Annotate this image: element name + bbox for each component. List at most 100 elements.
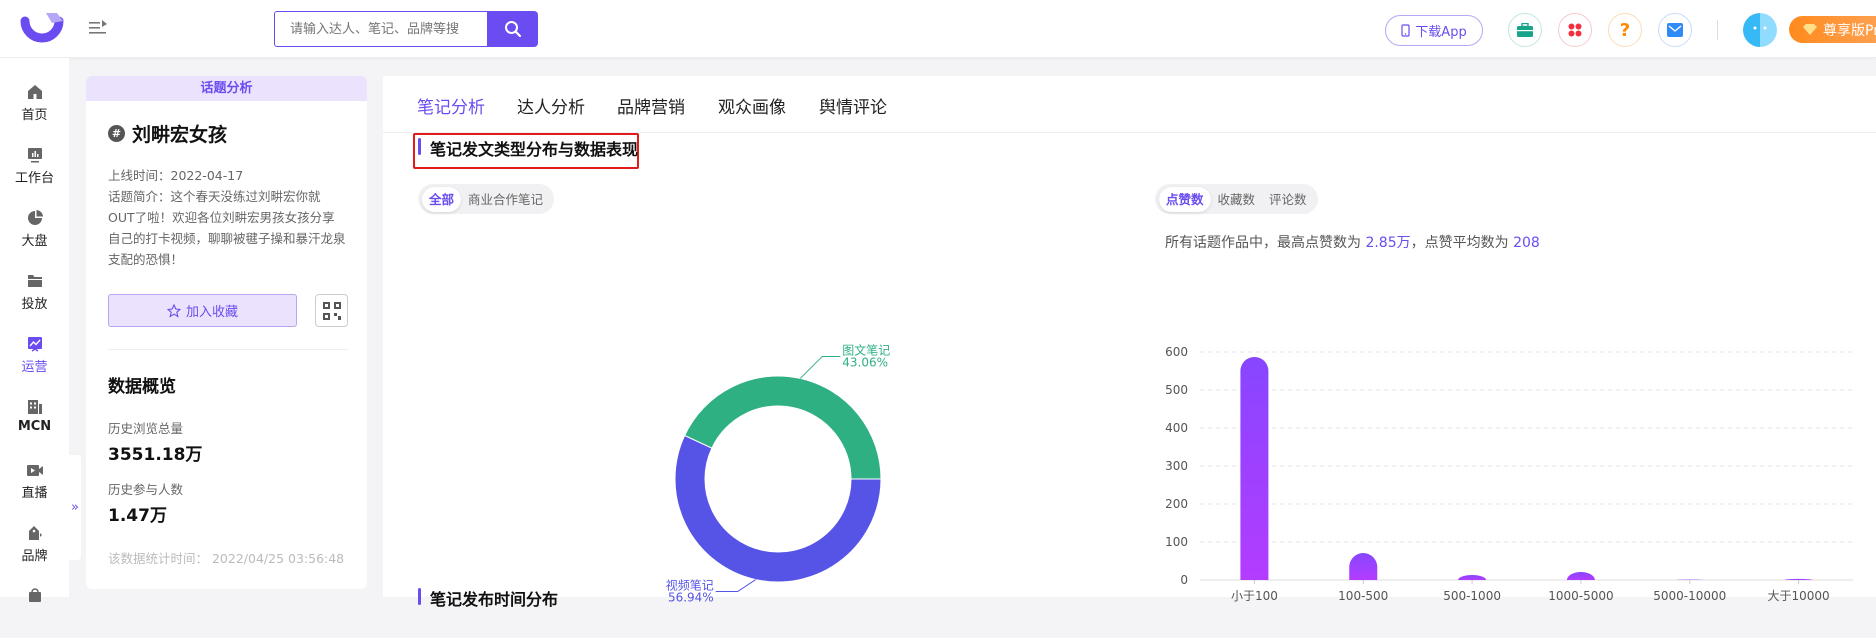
topic-title: # 刘畊宏女孩 (108, 120, 227, 147)
qr-code-icon (322, 301, 342, 321)
filter-likes[interactable]: 点赞数 (1159, 187, 1211, 212)
diamond-icon (1803, 24, 1817, 35)
search-icon (504, 20, 522, 38)
nav-item-ads[interactable]: 投放 (0, 268, 69, 324)
topic-intro: 话题简介：这个春天没练过刘畊宏你就 OUT了啦！欢迎各位刘畊宏男孩女孩分享 自己… (108, 186, 353, 270)
filter-comments[interactable]: 评论数 (1262, 187, 1314, 212)
apps-button[interactable] (1558, 13, 1592, 47)
nav-label: 首页 (21, 104, 47, 123)
y-tick-label: 400 (1165, 421, 1188, 435)
add-favorite-button[interactable]: 加入收藏 (108, 294, 297, 327)
main-panel: 笔记分析 达人分析 品牌营销 观众画像 舆情评论 笔记发文类型分布与数据表现 全… (383, 76, 1876, 597)
y-tick-label: 0 (1180, 573, 1188, 587)
building-icon (26, 398, 44, 416)
help-icon: ? (1620, 20, 1630, 41)
hashtag-icon: # (108, 125, 125, 142)
header-divider (1717, 20, 1718, 40)
user-avatar[interactable] (1743, 13, 1777, 47)
likes-distribution-bar-chart: 0100200300400500600小于100100-500500-10001… (1153, 256, 1876, 616)
nav-label: 品牌 (21, 545, 47, 564)
topic-info-card: 话题分析 # 刘畊宏女孩 上线时间：2022-04-17 话题简介：这个春天没练… (86, 76, 367, 589)
home-icon (26, 83, 44, 101)
logo-icon[interactable] (19, 11, 65, 47)
metric-filter: 点赞数 收藏数 评论数 (1155, 184, 1318, 214)
analysis-tabs: 笔记分析 达人分析 品牌营销 观众画像 舆情评论 (383, 76, 1876, 133)
tab-audience-profile[interactable]: 观众画像 (718, 93, 786, 118)
toolbox-button[interactable] (1508, 13, 1542, 47)
top-header: 下载App ? 尊享版Pro (0, 0, 1876, 58)
bar (1567, 572, 1595, 580)
intro-line: 自己的打卡视频，聊聊被毽子操和暴汗龙泉 (108, 228, 353, 249)
star-icon (167, 304, 181, 318)
workbench-icon (26, 146, 44, 164)
search-button[interactable] (488, 11, 538, 47)
trend-icon (26, 335, 44, 353)
max-likes: 2.85万 (1365, 235, 1410, 251)
nav-label: 工作台 (15, 167, 54, 186)
nav-item-operations[interactable]: 运营 (0, 331, 69, 387)
nav-item-mcn[interactable]: MCN (0, 394, 69, 450)
nav-item-home[interactable]: 首页 (0, 79, 69, 135)
tab-influencer-analysis[interactable]: 达人分析 (517, 93, 585, 118)
expand-sidebar-button[interactable]: » (69, 455, 81, 560)
tab-note-analysis[interactable]: 笔记分析 (417, 93, 485, 118)
nav-item-brand[interactable]: 品牌 (0, 520, 69, 576)
pro-version-button[interactable]: 尊享版Pro (1789, 16, 1876, 43)
card-header: 话题分析 (86, 76, 367, 101)
search-input[interactable] (274, 11, 488, 47)
note-type-donut-chart: 图文笔记43.06%视频笔记56.94% (623, 256, 933, 616)
download-app-button[interactable]: 下载App (1385, 15, 1483, 46)
y-tick-label: 500 (1165, 383, 1188, 397)
section-title-type-distribution: 笔记发文类型分布与数据表现 (418, 136, 638, 160)
label-line (716, 580, 756, 592)
side-navigation: 首页 工作台 大盘 投放 运营 MCN 直播 品牌 (0, 58, 69, 597)
tab-public-opinion[interactable]: 舆情评论 (819, 93, 887, 118)
y-tick-label: 600 (1165, 345, 1188, 359)
views-value: 3551.18万 (108, 440, 202, 465)
note-type-filter: 全部 商业合作笔记 (418, 184, 554, 214)
phone-icon (1401, 24, 1410, 37)
bar (1458, 575, 1486, 580)
topic-name: 刘畊宏女孩 (132, 120, 227, 147)
menu-toggle-icon[interactable] (88, 19, 108, 37)
help-button[interactable]: ? (1608, 13, 1642, 47)
participants-label: 历史参与人数 (108, 479, 183, 498)
x-tick-label: 500-1000 (1443, 589, 1501, 603)
y-tick-label: 300 (1165, 459, 1188, 473)
nav-item-more[interactable] (0, 582, 69, 638)
filter-all[interactable]: 全部 (422, 187, 461, 212)
filter-collects[interactable]: 收藏数 (1211, 187, 1263, 212)
summary-text: ，点赞平均数为 (1411, 235, 1513, 251)
summary-text: 所有话题作品中，最高点赞数为 (1165, 235, 1365, 251)
y-tick-label: 100 (1165, 535, 1188, 549)
nav-item-dashboard[interactable]: 大盘 (0, 205, 69, 261)
label-line (800, 356, 840, 378)
nav-label: 投放 (21, 293, 47, 312)
toolbox-icon (1517, 23, 1533, 37)
intro-line: OUT了啦！欢迎各位刘畊宏男孩女孩分享 (108, 207, 353, 228)
pro-version-label: 尊享版Pro (1823, 20, 1876, 40)
bar (1349, 553, 1377, 580)
tab-brand-marketing[interactable]: 品牌营销 (617, 93, 685, 118)
x-tick-label: 小于100 (1231, 589, 1278, 603)
qr-code-button[interactable] (315, 294, 348, 327)
download-app-label: 下载App (1415, 21, 1466, 40)
double-chevron-right-icon: » (71, 500, 79, 515)
mail-icon (1667, 23, 1683, 37)
stat-time: 该数据统计时间： 2022/04/25 03:56:48 (108, 548, 344, 567)
mail-button[interactable] (1658, 13, 1692, 47)
nav-item-live[interactable]: 直播 (0, 457, 69, 513)
card-divider (108, 349, 348, 350)
overview-title: 数据概览 (108, 372, 176, 397)
participants-value: 1.47万 (108, 501, 167, 526)
bar (1240, 357, 1268, 580)
slice-percent: 56.94% (668, 591, 714, 605)
add-favorite-label: 加入收藏 (186, 301, 238, 320)
nav-item-workbench[interactable]: 工作台 (0, 142, 69, 198)
folder-icon (26, 272, 44, 290)
video-icon (26, 461, 44, 479)
section-title-time-distribution: 笔记发布时间分布 (418, 586, 558, 610)
filter-commercial[interactable]: 商业合作笔记 (461, 187, 550, 212)
nav-label: 大盘 (21, 230, 47, 249)
nav-label: 直播 (21, 482, 47, 501)
